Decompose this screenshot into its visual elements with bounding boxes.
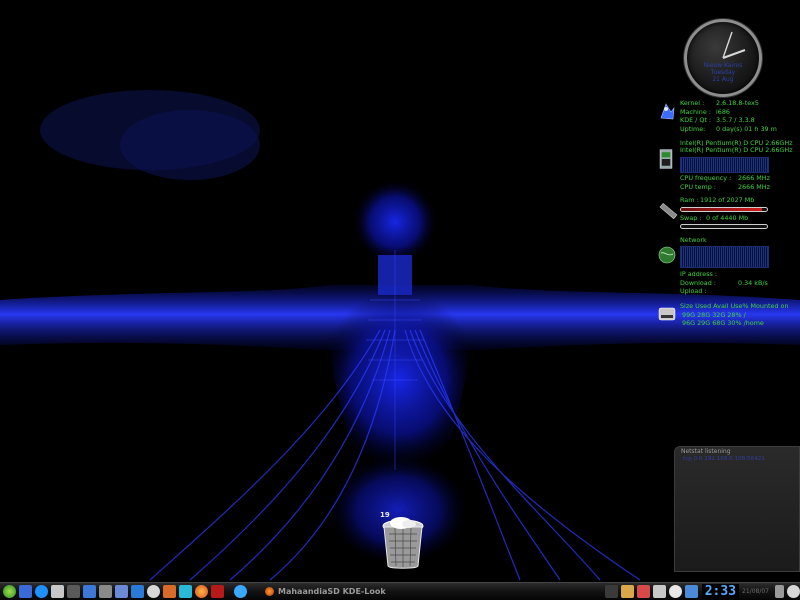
netstat-title: Netstat listening [681, 448, 731, 455]
firefox-task-icon [265, 587, 274, 596]
hard-disk-icon [658, 307, 676, 321]
taskbar: MahaandiaSD KDE-Look 2:33 21/08/07 [0, 582, 800, 600]
network-globe-icon [658, 246, 676, 264]
kde-system-icon [660, 103, 675, 120]
tray-icon-2[interactable] [620, 585, 634, 598]
clock-line-2: Tuesday [710, 69, 736, 76]
tools-icon[interactable] [211, 585, 224, 598]
taskbar-date: 21/08/07 [742, 588, 769, 595]
trash-can-icon[interactable] [379, 514, 427, 572]
uptime-value: 0 day(s) 01 h 39 m [716, 124, 777, 133]
disk-row-root: 99G 28G 32G 28% / [682, 310, 746, 319]
download-value: 0.34 kB/s [738, 278, 768, 287]
cpu-temp-label: CPU temp : [680, 182, 716, 191]
klipper-icon[interactable] [668, 585, 682, 598]
kernel-value: 2.6.18.8-tex5 [716, 99, 759, 107]
konqueror-icon[interactable] [35, 585, 48, 598]
terminal-icon[interactable] [51, 585, 64, 598]
task-button-kde-look[interactable]: MahaandiaSD KDE-Look [261, 585, 431, 599]
cpu-frequency-value: 2666 MHz [738, 174, 770, 182]
task-title: MahaandiaSD KDE-Look [278, 587, 386, 596]
network-title: Network [680, 236, 707, 244]
tray-icon-1[interactable] [604, 585, 618, 598]
ram-value: 1912 of 2027 Mb [700, 196, 755, 204]
upload-value [736, 287, 738, 296]
clock-widget[interactable]: Nieuw Kairos Tuesday 21 Aug [684, 19, 762, 97]
system-info-panel: Kernel : 2.6.18.8-tex5 Machine : i686 KDE … [680, 99, 777, 133]
show-desktop-icon[interactable] [19, 585, 32, 598]
netstat-widget[interactable]: Netstat listening tcp 0 0 192.168.0.108:… [674, 446, 800, 572]
swap-panel: Swap : 0 of 4440 Mb [680, 214, 748, 223]
uptime-label: Uptime: [680, 124, 706, 133]
netstat-line: tcp 0 0 192.168.0.108:56421 [683, 456, 765, 462]
ip-address-label: IP address : [680, 270, 718, 278]
swap-label: Swap : [680, 214, 702, 222]
home-folder-icon[interactable] [115, 585, 128, 598]
tray-icon-4[interactable] [652, 585, 666, 598]
cpu-panel: Intel(R) Pentium(R) D CPU 2.66GHz Intel(… [680, 139, 793, 154]
disk-row-home: 96G 29G 68G 30% /home [682, 319, 764, 328]
network-graph [680, 246, 769, 268]
cpu-temp-value: 2666 MHz [738, 182, 770, 191]
swap-value: 0 of 4440 Mb [706, 214, 749, 222]
kopete-icon[interactable] [83, 585, 96, 598]
clock-line-3: 21 Aug [712, 76, 734, 83]
ram-label: Ram : [680, 196, 699, 204]
tray-icon-3[interactable] [636, 585, 650, 598]
kde-label: KDE / Qt : [680, 116, 712, 125]
machine-label: Machine : [680, 107, 711, 116]
firefox-icon[interactable] [195, 585, 208, 598]
mail-icon[interactable] [163, 585, 176, 598]
cpu-icon [659, 149, 673, 169]
browser-icon[interactable] [131, 585, 144, 598]
kde-value: 3.5.7 / 3.3.8 [716, 116, 755, 125]
clock-face [722, 31, 746, 59]
cpu-graph [680, 157, 769, 173]
tray-icon-6[interactable] [684, 585, 698, 598]
kopete-status-icon[interactable] [234, 585, 247, 598]
disk-usage-panel: Size Used Avail Use% Mounted on 99G 28G … [680, 302, 789, 328]
cd-burner-icon[interactable] [147, 585, 160, 598]
network-stats: IP address : Download : 0.34 kB/s Upload … [680, 270, 768, 296]
kernel-label: Kernel : [680, 99, 705, 107]
machine-value: i686 [716, 107, 730, 116]
taskbar-clock[interactable]: 2:33 [701, 583, 740, 600]
file-manager-icon[interactable] [99, 585, 112, 598]
cpu-stats: CPU frequency : 2666 MHz CPU temp : 2666 M… [680, 174, 770, 191]
cpu-frequency-label: CPU frequency : [680, 174, 732, 182]
editor-icon[interactable] [67, 585, 80, 598]
lock-screen-icon[interactable] [775, 585, 784, 598]
download-label: Download : [680, 278, 716, 287]
ram-usage-fill [681, 208, 762, 211]
memory-icon [659, 202, 678, 220]
ip-address-value [736, 270, 738, 279]
ram-panel: Ram :1912 of 2027 Mb [680, 196, 754, 205]
disk-header: Size Used Avail Use% Mounted on [680, 302, 789, 310]
swap-usage-bar [680, 224, 768, 229]
network-manager-icon[interactable] [179, 585, 192, 598]
cpu-model-2: Intel(R) Pentium(R) D CPU 2.66GHz [680, 145, 793, 154]
system-tray: 2:33 21/08/07 [602, 583, 800, 600]
kmenu-icon[interactable] [3, 585, 16, 598]
clock-line-1: Nieuw Kairos [703, 62, 743, 69]
upload-label: Upload : [680, 287, 707, 296]
logout-icon[interactable] [787, 585, 800, 598]
ram-usage-bar [680, 207, 768, 212]
